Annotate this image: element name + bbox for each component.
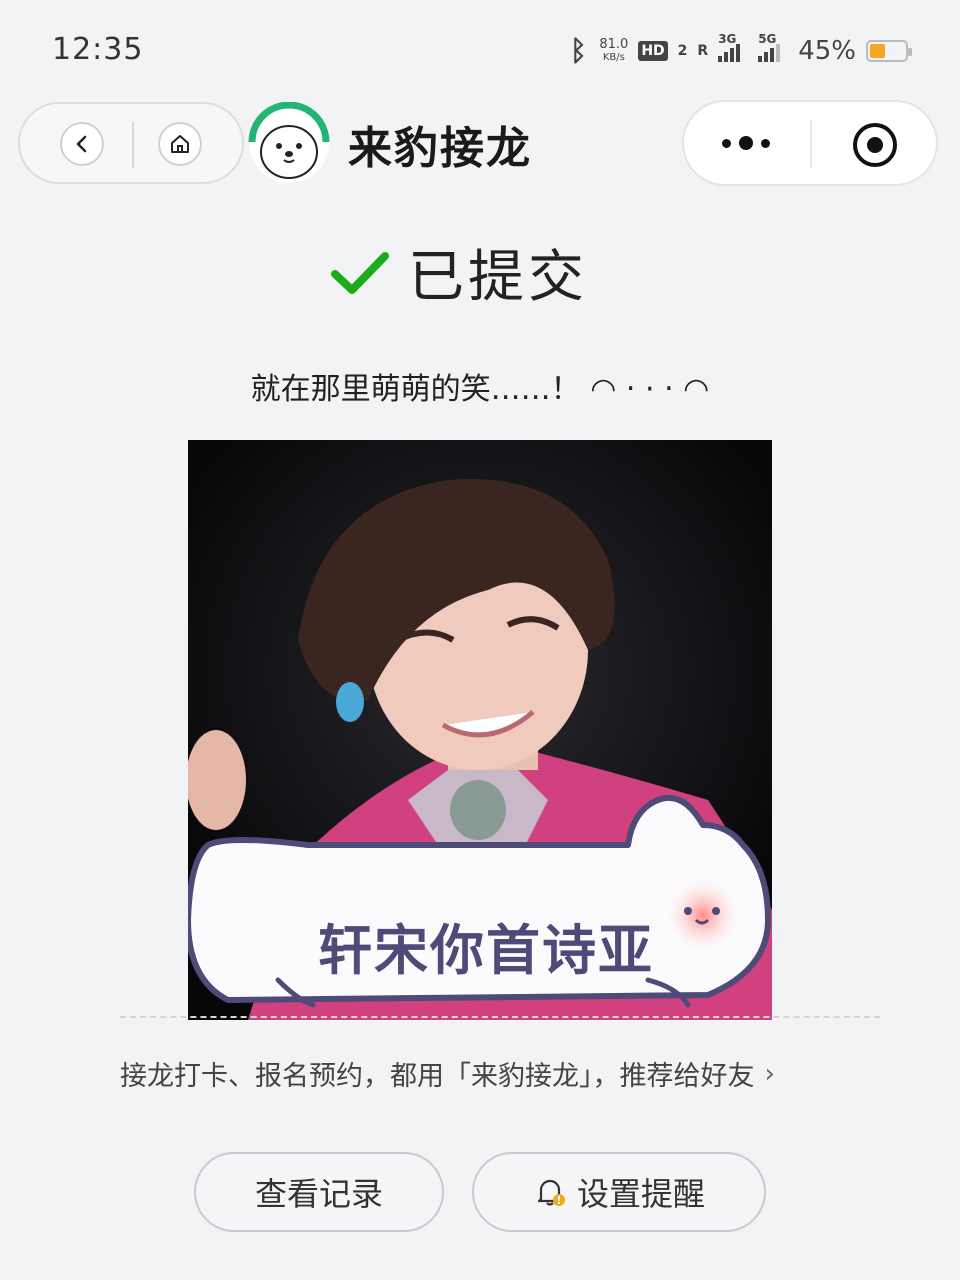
hd-sub: 2 [677,42,688,59]
bubble-caption: 轩宋你首诗亚 [318,919,654,982]
recommend-link[interactable]: 接龙打卡、报名预约，都用「来豹接龙」，推荐给好友 › [120,1054,775,1093]
roaming-label: R [697,42,709,59]
app-logo [248,102,330,183]
capsule-separator [810,120,812,168]
back-button[interactable] [60,122,104,166]
dashed-divider [120,1016,880,1018]
recommend-text: 接龙打卡、报名预约，都用「来豹接龙」，推荐给好友 [120,1061,755,1092]
bell-icon [537,1179,565,1206]
signal-3g-label: 3G [718,31,737,46]
signal-3g-icon: 3G [718,32,748,62]
result-message: 就在那里萌萌的笑……！ ◠ ‧ · ‧ ◠ [250,372,710,407]
nav-capsule-left [18,102,244,184]
checkmark-icon [331,251,389,294]
chevron-right-icon: › [764,1058,775,1089]
net-speed-unit: KB/s [602,51,625,63]
signal-5g-label: 5G [758,31,777,46]
status-time: 12:35 [52,32,144,67]
capsule-divider [132,122,134,168]
home-button[interactable] [158,122,202,166]
view-records-label: 查看记录 [254,1175,383,1213]
app-title: 来豹接龙 [348,123,532,174]
status-icons: ᛒ 81.0 KB/s HD 2 R 3G 5G 45% [567,32,912,67]
net-speed-value: 81.0 [599,36,629,52]
hd-badge: HD [638,40,668,61]
bluetooth-icon: ᛒ [569,34,587,67]
battery-percent: 45% [798,35,856,66]
battery-icon [866,39,912,62]
set-reminder-label: 设置提醒 [576,1175,705,1213]
target-icon[interactable] [850,120,900,170]
submitted-status: 已提交 [330,232,588,313]
view-records-button[interactable]: 查看记录 [194,1152,444,1232]
home-icon [171,135,189,153]
network-speed: 81.0 KB/s [599,38,628,64]
result-photo: 轩宋你首诗亚 [188,440,772,1020]
more-button[interactable] [722,136,770,150]
signal-5g-icon: 5G [758,32,788,62]
more-dots-icon [722,136,770,150]
set-reminder-button[interactable]: 设置提醒 [472,1152,766,1232]
chevron-left-icon [76,135,87,153]
nav-capsule-right [682,100,938,186]
battery-fill [870,43,885,58]
submitted-label: 已提交 [408,245,588,310]
status-bar: 12:35 ᛒ 81.0 KB/s HD 2 R 3G 5G 45% [0,0,960,90]
